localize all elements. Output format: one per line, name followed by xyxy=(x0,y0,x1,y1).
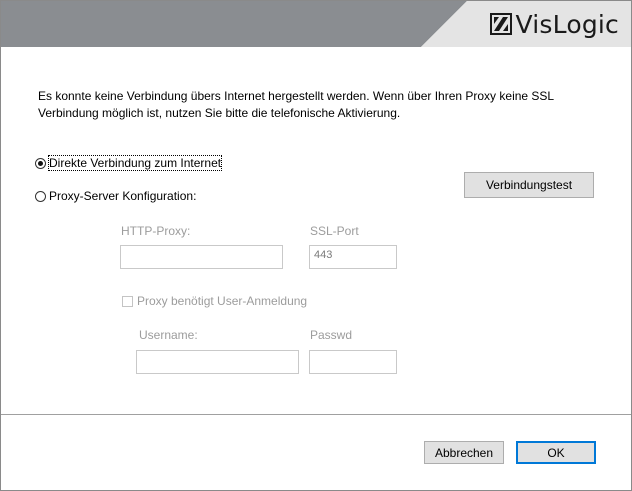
footer-divider xyxy=(1,414,631,415)
ok-button[interactable]: OK xyxy=(516,441,596,464)
connection-test-button[interactable]: Verbindungstest xyxy=(464,172,594,198)
error-message: Es konnte keine Verbindung übers Interne… xyxy=(38,89,554,120)
proxy-auth-label[interactable]: Proxy benötigt User-Anmeldung xyxy=(137,294,307,308)
ssl-port-input[interactable]: 443 xyxy=(309,245,397,269)
proxy-configuration-radio[interactable] xyxy=(35,190,46,202)
http-proxy-label: HTTP-Proxy: xyxy=(121,224,191,238)
proxy-configuration-option[interactable]: Proxy-Server Konfiguration: xyxy=(35,189,196,203)
http-proxy-input[interactable] xyxy=(120,245,283,269)
ssl-port-label: SSL-Port xyxy=(310,224,359,238)
proxy-auth-checkbox[interactable] xyxy=(122,295,133,307)
proxy-auth-option[interactable]: Proxy benötigt User-Anmeldung xyxy=(122,294,307,308)
username-label: Username: xyxy=(139,328,198,342)
vislogic-logo: VisLogic xyxy=(489,9,619,39)
direct-connection-label[interactable]: Direkte Verbindung zum Internet xyxy=(47,155,223,171)
connection-dialog: VisLogic Es konnte keine Verbindung über… xyxy=(0,0,632,491)
vislogic-logo-text: VisLogic xyxy=(515,9,619,39)
password-input[interactable] xyxy=(309,350,397,374)
direct-connection-radio[interactable] xyxy=(35,157,46,169)
username-input[interactable] xyxy=(136,350,299,374)
cancel-button[interactable]: Abbrechen xyxy=(424,441,504,464)
proxy-configuration-label[interactable]: Proxy-Server Konfiguration: xyxy=(49,189,196,203)
vislogic-logo-mark-icon xyxy=(489,13,512,35)
direct-connection-option[interactable]: Direkte Verbindung zum Internet xyxy=(35,155,223,171)
password-label: Passwd xyxy=(310,328,353,342)
